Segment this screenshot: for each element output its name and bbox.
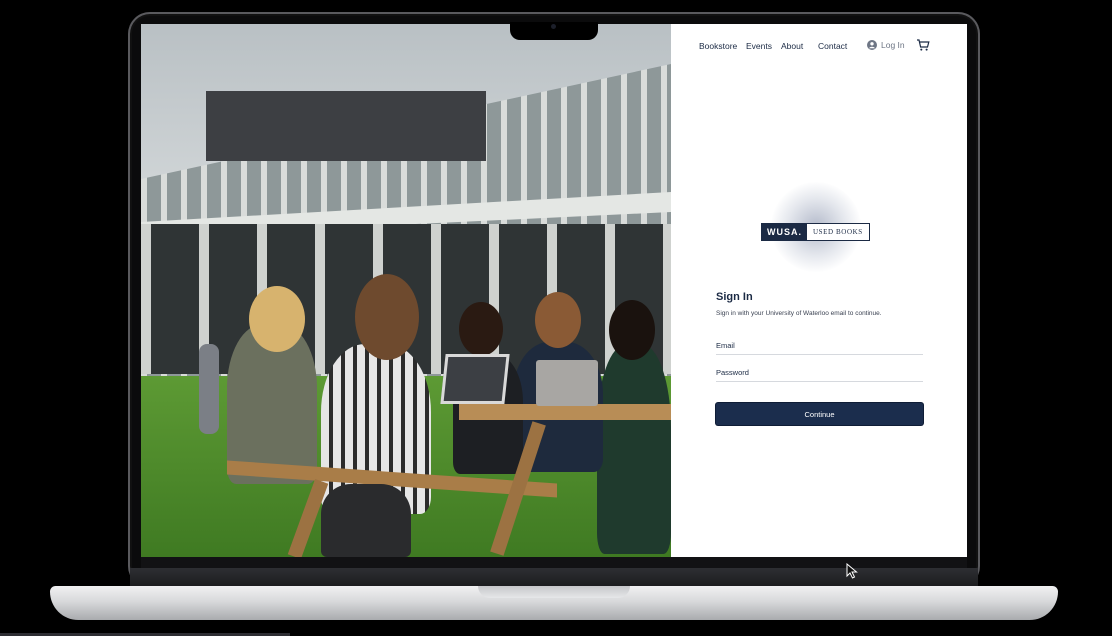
logo-primary: WUSA. [762,224,807,240]
student-plaid-head [355,274,419,360]
student-right-body [597,344,671,554]
password-input[interactable] [716,383,923,388]
cart-icon[interactable] [916,38,930,52]
signin-panel: Bookstore Events About Contact Log In WU… [671,24,967,557]
student-center-right-head [535,292,581,348]
login-label: Log In [881,40,905,50]
campus-photo [141,24,671,557]
password-field[interactable]: Password [716,368,923,388]
password-label: Password [716,368,749,377]
mouse-cursor-icon [846,563,858,579]
laptop-base-notch [478,586,630,598]
camera-icon [551,24,556,29]
walking-student [199,344,219,434]
backpack [321,484,411,557]
email-input[interactable] [716,356,923,361]
login-link[interactable]: Log In [867,40,905,50]
building-roof [206,91,486,161]
open-laptop-silver [536,360,598,406]
signin-title: Sign In [716,291,753,303]
student-right-head [609,300,655,360]
nav-contact[interactable]: Contact [818,41,847,51]
student-left-head [249,286,305,352]
wusa-logo: WUSA. USED BOOKS [761,223,870,241]
signin-subtitle: Sign in with your University of Waterloo… [716,310,882,317]
continue-button[interactable]: Continue [716,403,923,425]
laptop-screen: Bookstore Events About Contact Log In WU… [141,24,967,557]
student-center-head [459,302,503,356]
account-icon [867,40,877,50]
email-label: Email [716,341,735,350]
nav-events[interactable]: Events [746,41,772,51]
open-laptop [440,354,510,404]
email-field[interactable]: Email [716,341,923,361]
nav-about[interactable]: About [781,41,803,51]
picnic-table-top [459,404,671,420]
nav-bookstore[interactable]: Bookstore [699,41,737,51]
logo-secondary: USED BOOKS [807,224,869,240]
